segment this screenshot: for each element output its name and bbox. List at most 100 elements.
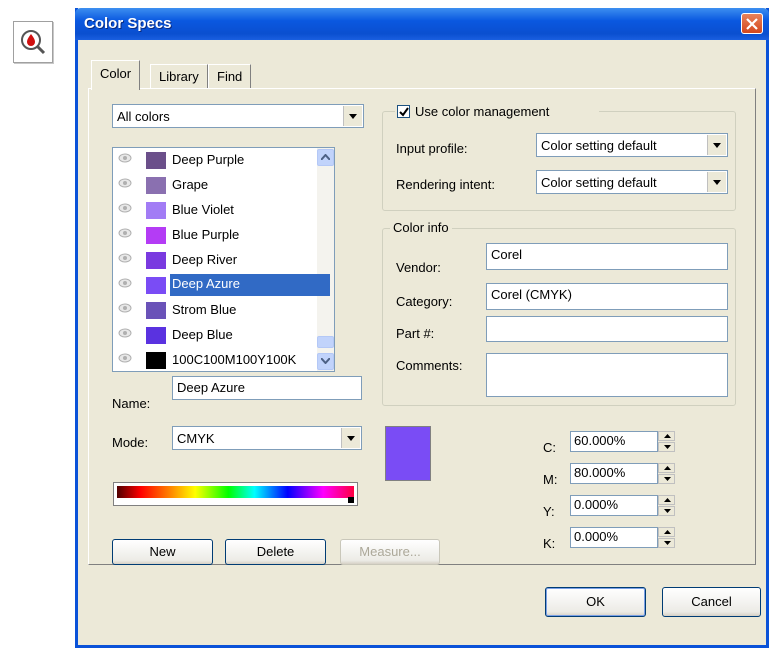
arrow-down-icon: [664, 477, 671, 481]
color-name: 100C100M100Y100K: [172, 352, 297, 367]
color-swatch: [146, 227, 166, 244]
color-preview-swatch: [385, 426, 431, 481]
y-spinner[interactable]: 0.000%: [570, 495, 677, 516]
comments-label: Comments:: [396, 358, 463, 373]
color-spectrum-slider[interactable]: [113, 482, 358, 506]
spectrum-marker[interactable]: [348, 497, 354, 503]
k-down-button[interactable]: [658, 538, 675, 548]
mode-dropdown[interactable]: CMYK: [172, 426, 362, 450]
scroll-thumb[interactable]: [317, 336, 334, 348]
color-eyedropper-tool-icon[interactable]: [13, 21, 53, 63]
color-list-item[interactable]: 100C100M100Y100K: [113, 348, 318, 371]
color-name: Deep Blue: [172, 327, 233, 342]
color-list-item[interactable]: Deep Azure: [113, 273, 330, 298]
tab-library[interactable]: Library: [150, 64, 208, 88]
arrow-up-icon: [664, 466, 671, 470]
vendor-field[interactable]: Corel: [486, 243, 728, 270]
eye-icon[interactable]: [118, 252, 134, 268]
eye-icon[interactable]: [118, 277, 134, 293]
cancel-button[interactable]: Cancel: [662, 587, 761, 617]
m-label: M:: [543, 472, 558, 487]
part-number-field[interactable]: [486, 316, 728, 342]
k-up-button[interactable]: [658, 527, 675, 537]
close-icon: [746, 18, 758, 30]
rendering-intent-label: Rendering intent:: [396, 177, 496, 192]
measure-button[interactable]: Measure...: [340, 539, 440, 565]
color-name: Deep River: [172, 252, 238, 267]
arrow-down-icon: [664, 445, 671, 449]
y-down-button[interactable]: [658, 506, 675, 516]
y-field[interactable]: 0.000%: [570, 495, 658, 516]
eye-icon[interactable]: [118, 352, 134, 368]
arrow-up-icon: [664, 530, 671, 534]
ok-button[interactable]: OK: [545, 587, 646, 617]
chevron-down-icon: [713, 143, 721, 148]
list-scrollbar[interactable]: [317, 148, 334, 371]
arrow-up-icon: [664, 434, 671, 438]
eye-icon[interactable]: [118, 327, 134, 343]
c-down-button[interactable]: [658, 442, 675, 452]
color-swatch: [146, 352, 166, 369]
color-list-item[interactable]: Deep River: [113, 248, 318, 273]
color-info-title: Color info: [390, 220, 452, 235]
arrow-up-icon: [664, 498, 671, 502]
m-spinner[interactable]: 80.000%: [570, 463, 677, 484]
scroll-up-button[interactable]: [317, 149, 334, 166]
c-spinner[interactable]: 60.000%: [570, 431, 677, 452]
m-field[interactable]: 80.000%: [570, 463, 658, 484]
m-up-button[interactable]: [658, 463, 675, 473]
eye-icon[interactable]: [118, 302, 134, 318]
rendering-intent-dropdown[interactable]: Color setting default: [536, 170, 728, 194]
mode-label: Mode:: [112, 435, 149, 450]
close-button[interactable]: [741, 13, 763, 34]
chevron-down-icon: [347, 436, 355, 441]
color-management-group: [382, 111, 736, 211]
delete-button[interactable]: Delete: [225, 539, 326, 565]
color-list-item[interactable]: Strom Blue: [113, 298, 318, 323]
tab-color[interactable]: Color: [91, 60, 141, 90]
new-button[interactable]: New: [112, 539, 213, 565]
input-profile-dropdown[interactable]: Color setting default: [536, 133, 728, 157]
color-list[interactable]: Deep Purple Grape Blue Violet Blue Purple De…: [112, 147, 335, 372]
color-swatch: [146, 177, 166, 194]
comments-field[interactable]: [486, 353, 728, 397]
checkmark-icon: [399, 107, 409, 117]
name-field[interactable]: Deep Azure: [172, 376, 362, 400]
color-filter-dropdown[interactable]: All colors: [112, 104, 364, 128]
tab-find[interactable]: Find: [208, 64, 252, 88]
use-color-management-label: Use color management: [415, 104, 550, 119]
color-specs-dialog: Color Specs Color Library Find All color…: [75, 8, 769, 648]
input-profile-label: Input profile:: [396, 141, 468, 156]
color-name: Blue Purple: [172, 227, 240, 242]
eye-icon[interactable]: [118, 227, 134, 243]
color-swatch: [146, 302, 166, 319]
k-spinner[interactable]: 0.000%: [570, 527, 677, 548]
color-name: Grape: [172, 177, 209, 192]
eye-icon[interactable]: [118, 177, 134, 193]
eye-icon[interactable]: [118, 202, 134, 218]
name-label: Name:: [112, 396, 151, 411]
color-name: Deep Azure: [170, 274, 330, 296]
c-field[interactable]: 60.000%: [570, 431, 658, 452]
y-label: Y:: [543, 504, 555, 519]
chevron-down-icon: [713, 180, 721, 185]
use-color-management-checkbox[interactable]: [397, 105, 410, 118]
eye-icon[interactable]: [118, 152, 134, 168]
color-list-item[interactable]: Grape: [113, 173, 318, 198]
c-up-button[interactable]: [658, 431, 675, 441]
category-field[interactable]: Corel (CMYK): [486, 283, 728, 310]
color-list-item[interactable]: Blue Violet: [113, 198, 318, 223]
chevron-down-icon: [349, 114, 357, 119]
scroll-down-button[interactable]: [317, 353, 334, 370]
k-field[interactable]: 0.000%: [570, 527, 658, 548]
chevron-down-icon: [321, 358, 330, 364]
color-list-item[interactable]: Deep Blue: [113, 323, 318, 348]
arrow-down-icon: [664, 541, 671, 545]
color-list-item[interactable]: Deep Purple: [113, 148, 318, 173]
y-up-button[interactable]: [658, 495, 675, 505]
m-down-button[interactable]: [658, 474, 675, 484]
k-label: K:: [543, 536, 556, 551]
chevron-up-icon: [321, 154, 330, 160]
color-list-item[interactable]: Blue Purple: [113, 223, 318, 248]
color-name: Blue Violet: [172, 202, 234, 217]
